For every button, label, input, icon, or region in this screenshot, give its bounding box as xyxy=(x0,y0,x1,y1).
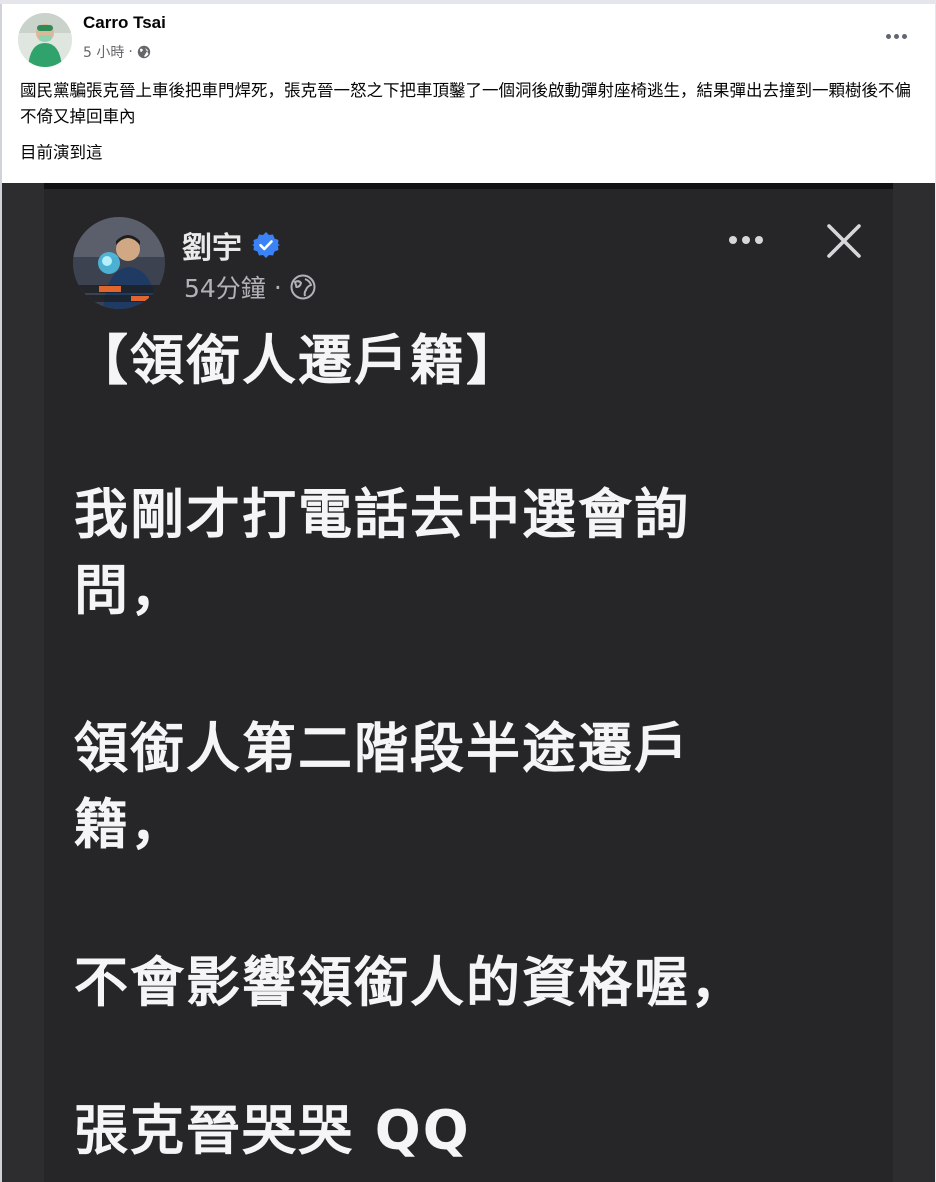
embedded-author-name: 劉宇 xyxy=(182,231,242,266)
globe-icon xyxy=(137,45,151,59)
embedded-text-line: 問， xyxy=(74,559,186,622)
embedded-more-icon xyxy=(724,227,768,253)
post-text-paragraph-1: 國民黨騙張克晉上車後把車門焊死，張克晉一怒之下把車頂鑿了一個洞後啟動彈射座椅逃生… xyxy=(20,81,911,126)
embedded-author: 劉宇 xyxy=(182,223,280,267)
more-dot xyxy=(901,33,907,39)
post-time[interactable]: 5 小時 xyxy=(83,42,124,62)
embedded-text-line: 不會影響領銜人的資格喔， xyxy=(74,951,746,1014)
verified-badge-icon xyxy=(252,231,280,259)
more-dot xyxy=(893,33,899,39)
globe-icon xyxy=(290,274,316,300)
screenshot-left-band xyxy=(2,183,44,1182)
embedded-text-line: 領銜人第二階段半途遷戶 xyxy=(74,717,690,780)
post-text-paragraph-2: 目前演到這 xyxy=(20,143,103,162)
post-meta: 5 小時 · xyxy=(83,42,151,62)
embedded-meta-separator: · xyxy=(273,272,282,302)
meta-separator: · xyxy=(128,44,133,60)
post-author-name[interactable]: Carro Tsai xyxy=(83,13,166,33)
embedded-meta: 54分鐘 · xyxy=(184,269,316,305)
more-dot xyxy=(729,236,737,244)
more-dot xyxy=(742,236,750,244)
close-icon xyxy=(824,221,864,261)
more-dot xyxy=(755,236,763,244)
embedded-screenshot[interactable]: 劉宇 54分鐘 · 【領銜人遷戶籍】 我剛才打電話去中選會詢 問， 領銜人第二階… xyxy=(2,183,935,1182)
embedded-time: 54分鐘 xyxy=(184,274,266,303)
embedded-text-line: 籍， xyxy=(74,793,186,856)
screenshot-top-line xyxy=(44,183,893,189)
top-border xyxy=(0,0,936,4)
author-avatar[interactable] xyxy=(18,13,72,67)
embedded-author-avatar xyxy=(73,217,165,309)
post-body: 國民黨騙張克晉上車後把車門焊死，張克晉一怒之下把車頂鑿了一個洞後啟動彈射座椅逃生… xyxy=(20,78,925,176)
embedded-heading: 【領銜人遷戶籍】 xyxy=(74,329,522,392)
embedded-text-line: 我剛才打電話去中選會詢 xyxy=(74,483,690,546)
more-dot xyxy=(885,33,891,39)
embedded-text-line: 張克晉哭哭 QQ xyxy=(74,1099,471,1162)
screenshot-right-band xyxy=(893,183,935,1182)
post-more-button[interactable] xyxy=(878,24,914,48)
